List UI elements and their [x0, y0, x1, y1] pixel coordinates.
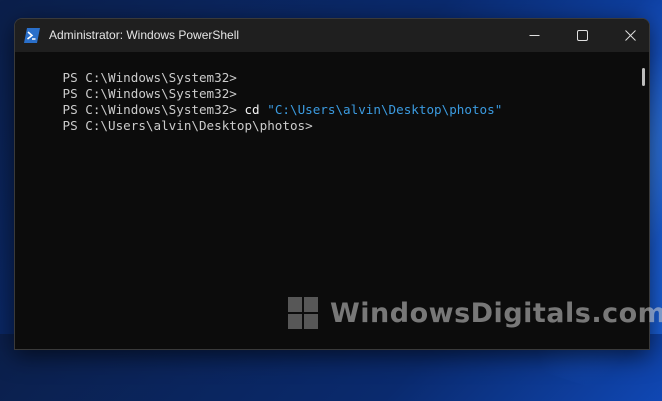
prompt-text: PS C:\Users\alvin\Desktop\photos> — [62, 118, 313, 133]
close-icon — [624, 30, 636, 41]
window-title: Administrator: Windows PowerShell — [49, 28, 240, 42]
scrollbar-thumb[interactable] — [642, 68, 645, 86]
close-button[interactable] — [607, 19, 649, 52]
maximize-icon — [576, 30, 588, 41]
console-line: PS C:\Windows\System32> — [17, 54, 237, 85]
console-line: PS C:\Windows\System32> cd "C:\Users\alv… — [17, 86, 503, 117]
watermark-text: WindowsDigitals.com — [330, 297, 662, 329]
minimize-icon — [529, 30, 540, 41]
watermark: WindowsDigitals.com — [288, 293, 662, 333]
console-line: PS C:\Windows\System32> — [17, 70, 237, 101]
console-line: PS C:\Users\alvin\Desktop\photos> — [17, 102, 313, 133]
minimize-button[interactable] — [511, 19, 557, 52]
maximize-button[interactable] — [559, 19, 605, 52]
powershell-icon — [24, 28, 40, 43]
title-bar[interactable]: Administrator: Windows PowerShell — [15, 19, 649, 52]
windows-logo-icon — [288, 295, 320, 331]
